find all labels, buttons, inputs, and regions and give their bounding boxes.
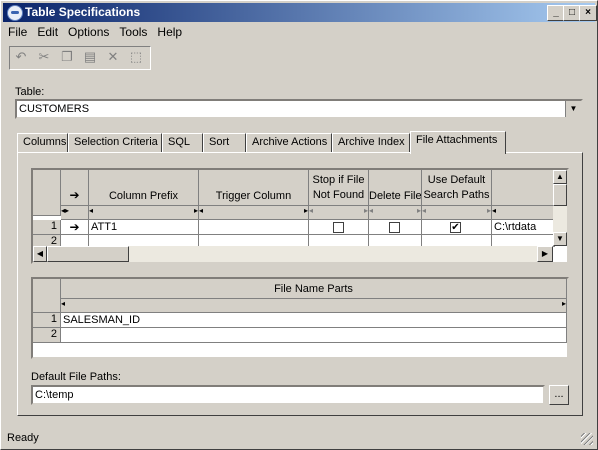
trigger-column-header: Trigger Column — [199, 170, 309, 206]
undo-icon[interactable]: ↶ — [10, 48, 32, 66]
scroll-right-button[interactable]: ▶ — [537, 246, 553, 262]
close-button[interactable]: × — [579, 5, 597, 21]
trigger-column-scroll[interactable]: ◂ ▸ — [199, 206, 309, 220]
use-default-header: Use Default Search Paths — [422, 170, 492, 206]
delete-file-cell — [369, 220, 422, 235]
tab-sort[interactable]: Sort — [203, 133, 246, 152]
default-file-paths-value: C:\temp — [35, 389, 74, 401]
scroll-up-button[interactable]: ▲ — [553, 170, 567, 184]
scroll-left-button[interactable]: ◀ — [33, 246, 47, 262]
file-name-part-cell[interactable]: SALESMAN_ID — [61, 313, 567, 328]
stop-if-file-header: Stop if File Not Found — [309, 170, 369, 206]
parts-row-number-2: 2 — [33, 328, 61, 343]
stop-if-not-found-cell — [309, 220, 369, 235]
path-column-header — [492, 170, 555, 206]
file-name-parts-scroll[interactable]: ◂ ▸ — [61, 299, 567, 313]
menu-edit[interactable]: Edit — [32, 23, 63, 39]
column-prefix-scroll[interactable]: ◂ ▸ — [89, 206, 199, 220]
tab-sql[interactable]: SQL — [162, 133, 203, 152]
stop-if-file-header-line1: Stop if File — [312, 174, 365, 186]
default-file-paths-label: Default File Paths: — [31, 371, 121, 383]
pointer-col-scroll[interactable]: ◂▸ — [61, 206, 89, 220]
toolbar: ↶ ✂ ❐ ▤ ✕ ⬚ — [9, 46, 151, 70]
title-bar: Table Specifications _ □ × — [3, 3, 597, 22]
select-icon[interactable]: ⬚ — [125, 48, 147, 66]
status-text: Ready — [7, 432, 39, 444]
attachments-grid[interactable]: ➔ Column Prefix Trigger Column Stop if F… — [31, 168, 569, 264]
delete-file-header: Delete File — [369, 170, 422, 206]
resize-grip-icon[interactable] — [581, 433, 593, 445]
use-default-paths-cell: ✔ — [422, 220, 492, 235]
window-title: Table Specifications — [25, 5, 141, 19]
menu-file[interactable]: File — [3, 23, 32, 39]
table-combobox[interactable]: CUSTOMERS ▼ — [15, 99, 583, 119]
column-prefix-header: Column Prefix — [89, 170, 199, 206]
scroll-down-button[interactable]: ▼ — [553, 232, 567, 246]
stop-if-not-found-checkbox[interactable] — [333, 222, 344, 233]
file-name-part-cell-2[interactable] — [61, 328, 567, 343]
path-cell[interactable]: C:\rtdata — [492, 220, 555, 235]
parts-row-number-1: 1 — [33, 313, 61, 328]
stop-if-file-scroll[interactable]: ◂ ▸ — [309, 206, 369, 220]
stop-if-file-header-line2: Not Found — [312, 189, 365, 201]
use-default-header-line1: Use Default — [427, 174, 486, 186]
delete-file-scroll[interactable]: ◂ ▸ — [369, 206, 422, 220]
parts-row-number-header — [33, 279, 61, 313]
tab-archive-actions[interactable]: Archive Actions — [246, 133, 332, 152]
tab-selection-criteria[interactable]: Selection Criteria — [68, 133, 162, 152]
status-bar: Ready — [3, 429, 595, 447]
main-window: Table Specifications _ □ × File Edit Optio… — [0, 0, 598, 450]
tab-file-attachments[interactable]: File Attachments — [410, 131, 506, 154]
delete-file-checkbox[interactable] — [389, 222, 400, 233]
path-col-scroll[interactable]: ◂ — [492, 206, 555, 220]
use-default-paths-checkbox[interactable]: ✔ — [450, 222, 461, 233]
table-label: Table: — [15, 86, 45, 98]
app-icon — [7, 5, 23, 21]
use-default-header-line2: Search Paths — [423, 189, 490, 201]
pointer-column-header: ➔ — [61, 170, 89, 206]
column-prefix-cell[interactable]: ATT1 — [89, 220, 199, 235]
file-name-parts-grid[interactable]: File Name Parts ◂ ▸ 1 SALESMAN_ID 2 — [31, 277, 569, 359]
paste-icon[interactable]: ▤ — [79, 48, 101, 66]
horizontal-scroll-thumb[interactable] — [47, 246, 129, 262]
vertical-scroll-thumb[interactable] — [553, 184, 567, 206]
delete-icon[interactable]: ✕ — [102, 48, 124, 66]
menu-help[interactable]: Help — [152, 23, 187, 39]
menu-options[interactable]: Options — [63, 23, 114, 39]
copy-icon[interactable]: ❐ — [56, 48, 78, 66]
browse-button[interactable]: ... — [549, 385, 569, 405]
default-file-paths-input[interactable]: C:\temp — [31, 385, 545, 405]
tab-archive-index[interactable]: Archive Index — [332, 133, 410, 152]
menu-bar: File Edit Options Tools Help — [3, 23, 595, 41]
chevron-down-icon[interactable]: ▼ — [565, 101, 581, 117]
table-value: CUSTOMERS — [19, 103, 90, 115]
tab-columns[interactable]: Columns — [17, 133, 68, 152]
trigger-column-cell[interactable] — [199, 220, 309, 235]
cut-icon[interactable]: ✂ — [33, 48, 55, 66]
row-number-1: 1 — [33, 220, 61, 235]
menu-tools[interactable]: Tools — [114, 23, 152, 39]
file-name-parts-header: File Name Parts — [61, 279, 567, 299]
row-pointer-icon: ➔ — [61, 220, 89, 235]
row-number-header — [33, 170, 61, 216]
use-default-scroll[interactable]: ◂ ▸ — [422, 206, 492, 220]
